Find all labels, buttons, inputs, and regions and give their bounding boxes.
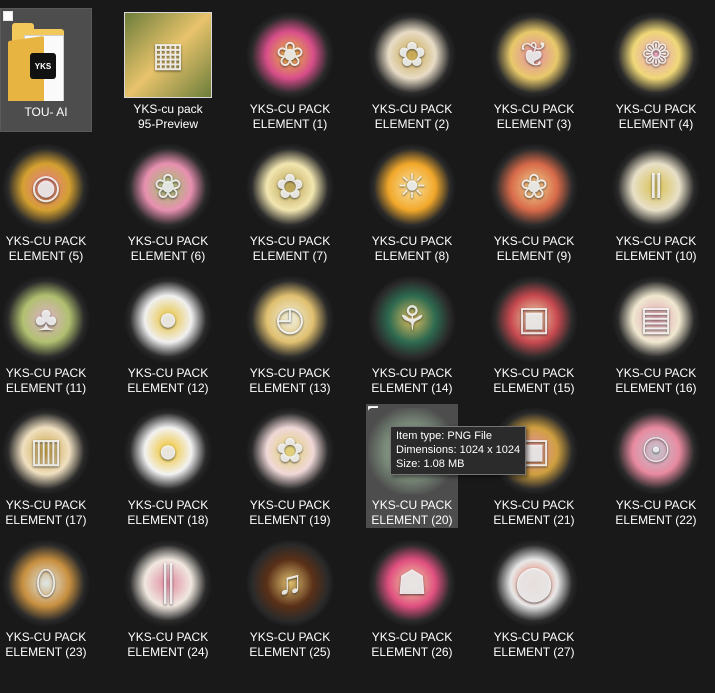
file-name-label: YKS-CU PACK ELEMENT (23) xyxy=(5,630,87,659)
file-name-label: YKS-CU PACK ELEMENT (17) xyxy=(5,498,87,527)
file-name-label: YKS-CU PACK ELEMENT (24) xyxy=(127,630,209,659)
flower-vases-icon: ⚘ xyxy=(368,276,456,362)
mirror-icon: ⬯ xyxy=(2,540,90,626)
file-name-label: YKS-CU PACK ELEMENT (20) xyxy=(371,498,453,527)
butterfly-icon: ❀ xyxy=(246,12,334,98)
file-name-label: YKS-CU PACK ELEMENT (11) xyxy=(5,366,87,395)
file-item[interactable]: ▥ YKS-CU PACK ELEMENT (17) xyxy=(0,404,92,528)
file-item[interactable]: ‖ YKS-CU PACK ELEMENT (10) xyxy=(610,140,702,264)
file-name-label: YKS-CU PACK ELEMENT (16) xyxy=(615,366,697,395)
file-item[interactable]: ☀ YKS-CU PACK ELEMENT (8) xyxy=(366,140,458,264)
file-item[interactable]: ❁ YKS-CU PACK ELEMENT (4) xyxy=(610,8,702,132)
file-name-label: YKS-CU PACK ELEMENT (7) xyxy=(249,234,331,263)
file-grid: YKS TOU- AI ▦ YKS-cu pack 95-Preview ❀ YKS-CU… xyxy=(0,0,715,693)
puppy-icon: ● xyxy=(124,408,212,494)
file-name-label: YKS-CU PACK ELEMENT (4) xyxy=(615,102,697,131)
file-name-label: YKS-CU PACK ELEMENT (8) xyxy=(371,234,453,263)
file-name-label: YKS-CU PACK ELEMENT (13) xyxy=(249,366,331,395)
file-item[interactable]: ◴ YKS-CU PACK ELEMENT (13) xyxy=(244,272,336,396)
teddy-bear-icon: ● xyxy=(124,276,212,362)
file-name-label: YKS-CU PACK ELEMENT (25) xyxy=(249,630,331,659)
file-name-label: YKS-CU PACK ELEMENT (6) xyxy=(127,234,209,263)
file-name-label: YKS-CU PACK ELEMENT (18) xyxy=(127,498,209,527)
file-name-label: YKS-CU PACK ELEMENT (27) xyxy=(493,630,575,659)
folder-item[interactable]: YKS TOU- AI xyxy=(0,8,92,132)
file-item[interactable]: ❀ YKS-CU PACK ELEMENT (1) xyxy=(244,8,336,132)
file-item[interactable]: ● YKS-CU PACK ELEMENT (18) xyxy=(122,404,214,528)
sweet-moments-banner-icon: ❦ xyxy=(490,12,578,98)
file-item[interactable]: ⬯ YKS-CU PACK ELEMENT (23) xyxy=(0,536,92,660)
file-name-label: TOU- AI xyxy=(24,105,68,119)
sun-icon: ☀ xyxy=(368,144,456,230)
file-item[interactable]: ♫ YKS-CU PACK ELEMENT (25) xyxy=(244,536,336,660)
file-item[interactable]: ❦ YKS-CU PACK ELEMENT (3) xyxy=(488,8,580,132)
file-item[interactable]: ❀ YKS-CU PACK ELEMENT (6) xyxy=(122,140,214,264)
file-name-label: YKS-CU PACK ELEMENT (12) xyxy=(127,366,209,395)
file-name-label: YKS-CU PACK ELEMENT (15) xyxy=(493,366,575,395)
gift-box-icon: ▣ xyxy=(490,276,578,362)
file-item[interactable]: ▦ YKS-cu pack 95-Preview xyxy=(122,8,214,132)
floral-wings-icon: ❁ xyxy=(612,12,700,98)
wardrobe-icon: ▥ xyxy=(2,408,90,494)
file-item[interactable]: ✿ YKS-CU PACK ELEMENT (19) xyxy=(244,404,336,528)
file-item[interactable]: ✿ YKS-CU PACK ELEMENT (2) xyxy=(366,8,458,132)
cake-icon: ☗ xyxy=(368,540,456,626)
file-item[interactable]: ▣ YKS-CU PACK ELEMENT (15) xyxy=(488,272,580,396)
file-item[interactable]: ║ YKS-CU PACK ELEMENT (24) xyxy=(122,536,214,660)
file-name-label: YKS-CU PACK ELEMENT (21) xyxy=(493,498,575,527)
folder-icon: YKS xyxy=(2,13,90,101)
file-name-label: YKS-CU PACK ELEMENT (22) xyxy=(615,498,697,527)
file-name-label: YKS-CU PACK ELEMENT (5) xyxy=(5,234,87,263)
file-name-label: YKS-CU PACK ELEMENT (26) xyxy=(371,630,453,659)
piano-icon: ♫ xyxy=(246,540,334,626)
file-item[interactable]: ▤ YKS-CU PACK ELEMENT (16) xyxy=(610,272,702,396)
hand-mirror-icon: ☉ xyxy=(612,408,700,494)
flower-arch-icon: ❀ xyxy=(490,144,578,230)
file-name-label: YKS-CU PACK ELEMENT (3) xyxy=(493,102,575,131)
columns-icon: ║ xyxy=(124,540,212,626)
file-name-label: YKS-CU PACK ELEMENT (9) xyxy=(493,234,575,263)
tooltip-item-type: Item type: PNG File xyxy=(396,430,492,442)
preview-collage-icon: ▦ xyxy=(124,12,212,98)
flower-bouquet-icon: ✿ xyxy=(246,144,334,230)
cabinet-icon: ▤ xyxy=(612,276,700,362)
file-name-label: YKS-cu pack 95-Preview xyxy=(133,102,203,131)
file-info-tooltip: Item type: PNG File Dimensions: 1024 x 1… xyxy=(390,426,527,475)
file-name-label: YKS-CU PACK ELEMENT (14) xyxy=(371,366,453,395)
file-item[interactable]: ✿ YKS-CU PACK ELEMENT (7) xyxy=(244,140,336,264)
tooltip-dimensions: Dimensions: 1024 x 1024 xyxy=(396,444,521,456)
flower-bouquet-icon: ✿ xyxy=(368,12,456,98)
file-item[interactable]: ● YKS-CU PACK ELEMENT (12) xyxy=(122,272,214,396)
file-name-label: YKS-CU PACK ELEMENT (19) xyxy=(249,498,331,527)
candy-jar-icon: ⬤ xyxy=(490,540,578,626)
alarm-clock-icon: ◴ xyxy=(246,276,334,362)
file-name-label: YKS-CU PACK ELEMENT (2) xyxy=(371,102,453,131)
flower-tree-icon: ♣ xyxy=(2,276,90,362)
flower-bouquet-icon: ✿ xyxy=(246,408,334,494)
file-item[interactable]: ♣ YKS-CU PACK ELEMENT (11) xyxy=(0,272,92,396)
camera-icon: ◉ xyxy=(2,144,90,230)
file-item[interactable]: ⬤ YKS-CU PACK ELEMENT (27) xyxy=(488,536,580,660)
file-item[interactable]: ⚘ YKS-CU PACK ELEMENT (14) xyxy=(366,272,458,396)
file-name-label: YKS-CU PACK ELEMENT (10) xyxy=(615,234,697,263)
tooltip-size: Size: 1.08 MB xyxy=(396,458,465,470)
file-item[interactable]: ☗ YKS-CU PACK ELEMENT (26) xyxy=(366,536,458,660)
file-item[interactable]: ❀ YKS-CU PACK ELEMENT (9) xyxy=(488,140,580,264)
garden-fence-icon: ‖ xyxy=(612,144,700,230)
file-item[interactable]: ◉ YKS-CU PACK ELEMENT (5) xyxy=(0,140,92,264)
butterfly-icon: ❀ xyxy=(124,144,212,230)
file-item[interactable]: ☉ YKS-CU PACK ELEMENT (22) xyxy=(610,404,702,528)
file-name-label: YKS-CU PACK ELEMENT (1) xyxy=(249,102,331,131)
